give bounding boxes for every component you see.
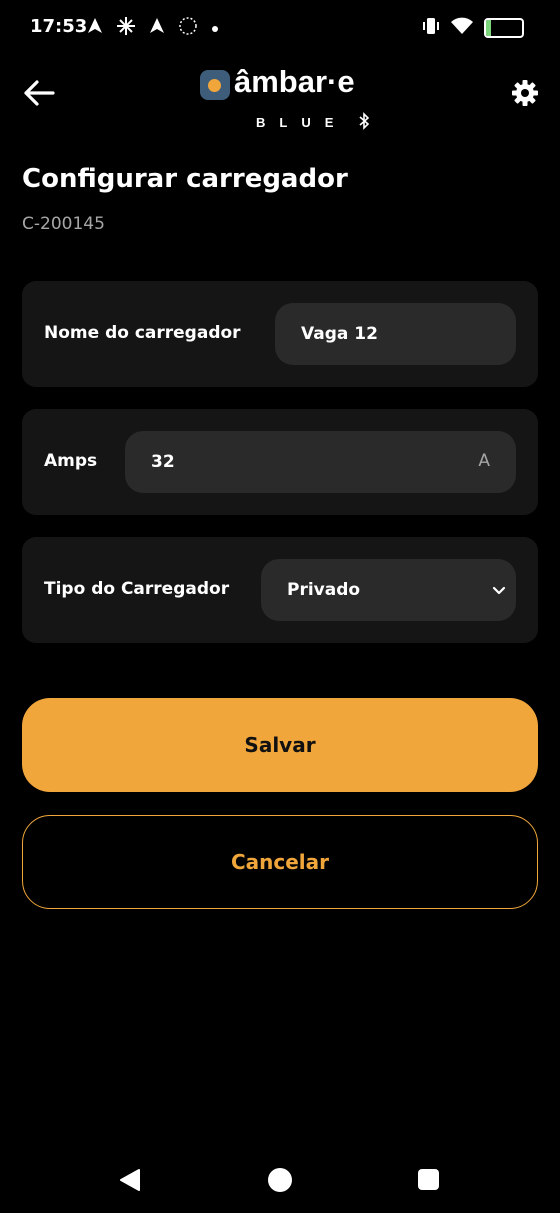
charger-id: C-200145 xyxy=(22,214,105,234)
cancel-button[interactable]: Cancelar xyxy=(22,815,538,909)
status-bar: 17:53 14 xyxy=(0,0,560,58)
charger-name-label: Nome do carregador xyxy=(44,323,241,343)
wifi-icon xyxy=(450,16,474,40)
save-button[interactable]: Salvar xyxy=(22,698,538,792)
app-logo: âmbar·e BLUE xyxy=(200,64,380,130)
logo-wordmark: âmbar·e xyxy=(234,64,355,99)
system-nav-bar xyxy=(0,1150,560,1213)
vibrate-icon xyxy=(422,16,440,40)
arrow-left-icon xyxy=(24,80,55,106)
back-button[interactable] xyxy=(18,72,60,114)
charger-name-value: Vaga 12 xyxy=(301,324,378,344)
amps-card: Amps 32 A xyxy=(22,409,538,515)
sparkle-icon xyxy=(116,16,136,40)
amps-input[interactable]: 32 A xyxy=(125,431,516,493)
charger-name-card: Nome do carregador Vaga 12 xyxy=(22,281,538,387)
charger-name-input[interactable]: Vaga 12 xyxy=(275,303,516,365)
amps-label: Amps xyxy=(44,451,98,471)
bluetooth-icon xyxy=(359,112,370,130)
charger-type-label: Tipo do Carregador xyxy=(44,579,230,599)
save-button-label: Salvar xyxy=(244,733,316,757)
logo-subtitle: BLUE xyxy=(256,115,348,130)
chevron-down-icon xyxy=(492,586,506,595)
nav-home-icon[interactable] xyxy=(268,1168,292,1192)
gear-icon xyxy=(512,80,538,106)
amps-value: 32 xyxy=(151,452,175,472)
dot-icon xyxy=(210,19,220,38)
logo-badge-icon xyxy=(200,70,230,100)
status-time: 17:53 xyxy=(30,16,88,37)
settings-dots-icon xyxy=(178,16,198,40)
amps-unit: A xyxy=(478,451,490,471)
battery-fill xyxy=(486,20,492,36)
cancel-button-label: Cancelar xyxy=(230,850,330,874)
battery-level: 14 xyxy=(495,21,513,35)
app-bar: âmbar·e BLUE xyxy=(0,58,560,138)
nav-recents-icon[interactable] xyxy=(418,1169,439,1190)
charger-type-card: Tipo do Carregador Privado xyxy=(22,537,538,643)
battery-icon: 14 xyxy=(484,18,524,38)
navigation-icon xyxy=(86,17,104,39)
page-title: Configurar carregador xyxy=(22,164,348,194)
settings-button[interactable] xyxy=(504,72,546,114)
nav-back-icon[interactable] xyxy=(118,1168,142,1192)
charger-type-value: Privado xyxy=(287,580,361,600)
charger-type-select[interactable]: Privado xyxy=(261,559,516,621)
navigation-icon xyxy=(148,17,166,39)
status-icons-right: 14 xyxy=(422,16,524,40)
status-icons-left xyxy=(86,16,220,40)
